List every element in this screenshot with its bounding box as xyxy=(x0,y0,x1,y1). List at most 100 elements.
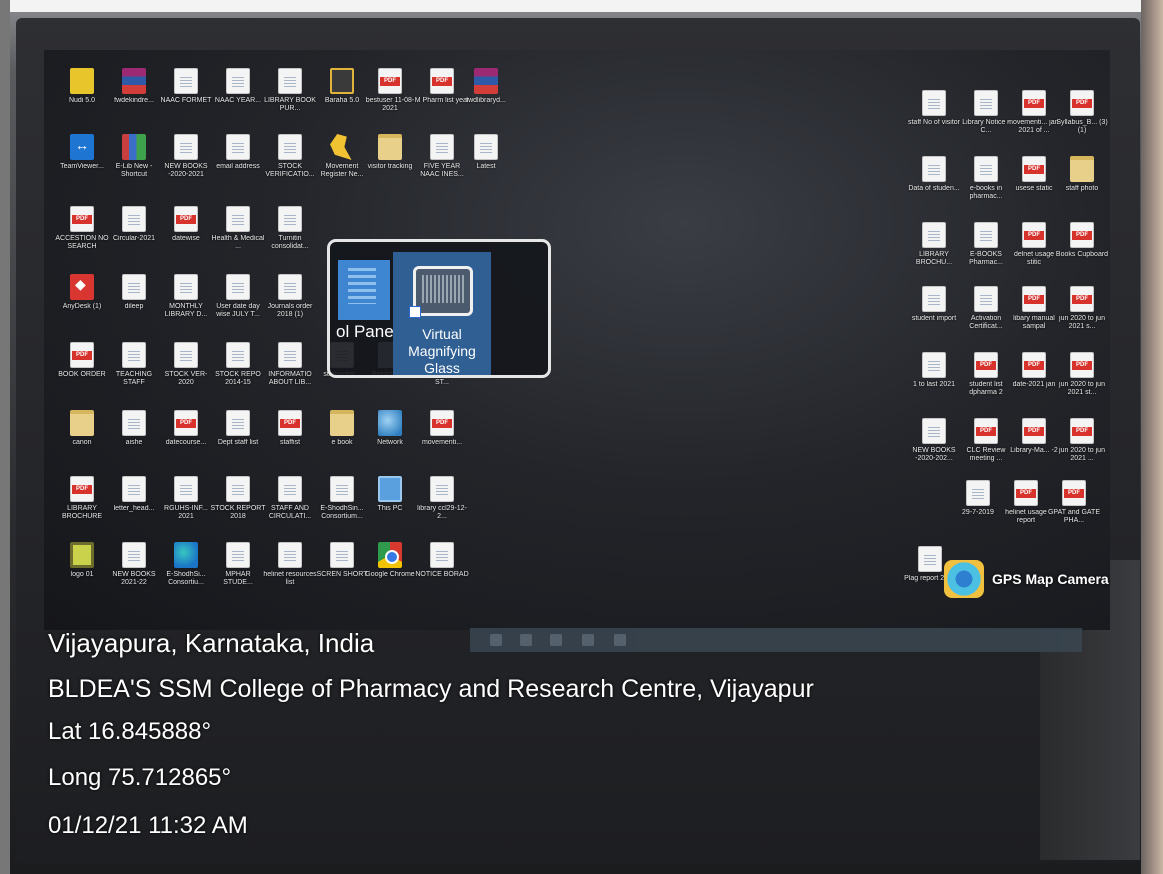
pdf-icon: PDF xyxy=(174,410,198,436)
desktop-icon[interactable]: canon xyxy=(54,410,110,470)
desktop-icon[interactable]: visitor tracking xyxy=(362,134,418,194)
desktop-icon[interactable]: fwdlibraryd... xyxy=(458,68,514,128)
taskbar[interactable] xyxy=(470,628,1082,652)
desktop-icon[interactable]: STOCK VER-2020 xyxy=(158,342,214,402)
desktop-icon[interactable]: PDF bestuser 11-08-2021 xyxy=(362,68,418,128)
virtual-magnifier-overlay[interactable]: ol Panel Virtual Magnifying Glass xyxy=(327,239,551,378)
desktop-icon[interactable]: Circular-2021 xyxy=(106,206,162,266)
pdf-icon: PDF xyxy=(1062,480,1086,506)
doc-icon xyxy=(922,156,946,182)
pdf-icon: PDF xyxy=(1070,90,1094,116)
desktop-icon-label: GPAT and GATE PHA... xyxy=(1047,509,1100,524)
desktop-icon[interactable]: PDF GPAT and GATE PHA... xyxy=(1046,480,1102,540)
desktop-icon-label: Network xyxy=(377,439,403,446)
desktop-icon[interactable]: PDF ACCESTION NO SEARCH xyxy=(54,206,110,266)
red-icon xyxy=(70,274,94,300)
globe-icon xyxy=(378,410,402,436)
desktop-icon[interactable]: Google Chrome xyxy=(362,542,418,602)
desktop-icon[interactable]: TEACHING STAFF xyxy=(106,342,162,402)
desktop-icon[interactable]: letter_head... xyxy=(106,476,162,536)
desktop-icon[interactable]: INFORMATIO ABOUT LIB... xyxy=(262,342,318,402)
pdf-icon: PDF xyxy=(70,342,94,368)
desktop-icon[interactable]: logo 01 xyxy=(54,542,110,602)
desktop-icon[interactable]: Data of studen... xyxy=(906,156,962,216)
desktop-icon-label: ACCESTION NO SEARCH xyxy=(55,235,109,250)
desktop-icon[interactable]: PDF Books Cupboard xyxy=(1054,222,1110,282)
desktop-icon[interactable]: TeamViewer... xyxy=(54,134,110,194)
desktop-icon[interactable]: NEW BOOKS -2020-2021 xyxy=(158,134,214,194)
desktop-icon[interactable]: NEW BOOKS 2021-22 xyxy=(106,542,162,602)
desktop-icon[interactable]: Nudi 5.0 xyxy=(54,68,110,128)
desktop-icon[interactable]: E-Lib New - Shortcut xyxy=(106,134,162,194)
desktop-icon[interactable]: MPHAR STUDE... xyxy=(210,542,266,602)
desktop-icon[interactable]: NAAC YEAR... xyxy=(210,68,266,128)
taskbar-search-icon[interactable] xyxy=(520,634,532,646)
desktop-icon[interactable]: student import xyxy=(906,286,962,346)
control-panel-icon[interactable] xyxy=(338,260,390,320)
desktop-icon[interactable]: staff photo xyxy=(1054,156,1110,216)
taskbar-browser-icon[interactable] xyxy=(550,634,562,646)
desktop-icon[interactable]: LIBRARY BROCHU... xyxy=(906,222,962,282)
logo-icon xyxy=(70,542,94,568)
virtual-magnifying-glass-shortcut[interactable]: Virtual Magnifying Glass xyxy=(393,252,491,375)
desktop-icon[interactable]: RGUHS-INF... 2021 xyxy=(158,476,214,536)
desktop-icon[interactable]: Turnitin consolidat... xyxy=(262,206,318,266)
desktop-icon[interactable]: STOCK REPORT 2018 xyxy=(210,476,266,536)
doc-icon xyxy=(174,476,198,502)
desktop-icon-label: E-Lib New - Shortcut xyxy=(115,163,153,178)
desktop-icon[interactable]: PDF datewise xyxy=(158,206,214,266)
desktop-icon[interactable]: PDF jun 2020 to jun 2021 s... xyxy=(1054,286,1110,346)
desktop-icon[interactable]: Latest xyxy=(458,134,514,194)
desktop-icon[interactable]: fwdekindre... xyxy=(106,68,162,128)
desktop-icon[interactable]: STAFF AND CIRCULATI... xyxy=(262,476,318,536)
desktop-icon[interactable]: PDF Syllabus_B... (3) (1) xyxy=(1054,90,1110,150)
desktop-icon[interactable]: STOCK REPO 2014-15 xyxy=(210,342,266,402)
pdf-tag: PDF xyxy=(72,485,92,494)
pdf-icon: PDF xyxy=(1022,90,1046,116)
desktop-icon[interactable]: Journals order 2018 (1) xyxy=(262,274,318,334)
desktop-icon[interactable]: PDF jun 2020 to jun 2021 st... xyxy=(1054,352,1110,412)
desktop-icon[interactable]: This PC xyxy=(362,476,418,536)
desktop-icon[interactable]: email address xyxy=(210,134,266,194)
doc-icon xyxy=(966,480,990,506)
desktop-icon[interactable]: PDF BOOK ORDER xyxy=(54,342,110,402)
doc-icon xyxy=(974,90,998,116)
desktop-icon[interactable]: dileep xyxy=(106,274,162,334)
desktop-icon[interactable]: MONTHLY LIBRARY D... xyxy=(158,274,214,334)
desktop-icon-label: helinet resources list xyxy=(263,571,317,586)
desktop-icon[interactable]: Network xyxy=(362,410,418,470)
desktop-icon[interactable]: NOTICE BORAD xyxy=(414,542,470,602)
desktop-icon[interactable]: PDF staffist xyxy=(262,410,318,470)
desktop-icon[interactable]: AnyDesk (1) xyxy=(54,274,110,334)
photo-edge-right xyxy=(1141,0,1163,874)
desktop-icon[interactable]: PDF LIBRARY BROCHURE xyxy=(54,476,110,536)
desktop-icon[interactable]: helinet resources list xyxy=(262,542,318,602)
taskbar-folder-icon[interactable] xyxy=(582,634,594,646)
desktop-icon[interactable]: STOCK VERIFICATIO... xyxy=(262,134,318,194)
desktop-icon[interactable]: Dept staff list xyxy=(210,410,266,470)
desktop-icon[interactable]: 1 to last 2021 xyxy=(906,352,962,412)
pdf-icon: PDF xyxy=(70,476,94,502)
taskbar-app-icon[interactable] xyxy=(614,634,626,646)
desktop-icon[interactable]: staff No of visitor xyxy=(906,90,962,150)
desktop-icon-label: LIBRARY BROCHURE xyxy=(61,505,103,520)
desktop-icon-label: 1 to last 2021 xyxy=(912,381,956,388)
desktop-icon[interactable]: NEW BOOKS -2020-202... xyxy=(906,418,962,478)
desktop-icon[interactable]: PDF datecourse... xyxy=(158,410,214,470)
pdf-icon: PDF xyxy=(1070,352,1094,378)
pdf-icon: PDF xyxy=(1070,418,1094,444)
desktop-icon[interactable]: library ccl29-12-2... xyxy=(414,476,470,536)
doc-icon xyxy=(922,352,946,378)
desktop-icon-label: NAAC YEAR... xyxy=(214,97,262,104)
desktop-icon[interactable]: LIBRARY BOOK PUR... xyxy=(262,68,318,128)
desktop-icon[interactable]: User date day wise JULY T... xyxy=(210,274,266,334)
desktop-icon[interactable]: PDF movementi... xyxy=(414,410,470,470)
desktop-icon[interactable]: NAAC FORMET xyxy=(158,68,214,128)
doc-icon xyxy=(226,342,250,368)
desktop-icon[interactable]: PDF jun 2020 to jun 2021 ... xyxy=(1054,418,1110,478)
taskbar-start-icon[interactable] xyxy=(490,634,502,646)
pdf-icon: PDF xyxy=(1022,286,1046,312)
desktop-icon[interactable]: Health & Medical ... xyxy=(210,206,266,266)
desktop-icon[interactable]: E-ShodhSi... Consortiu... xyxy=(158,542,214,602)
desktop-icon[interactable]: aishe xyxy=(106,410,162,470)
